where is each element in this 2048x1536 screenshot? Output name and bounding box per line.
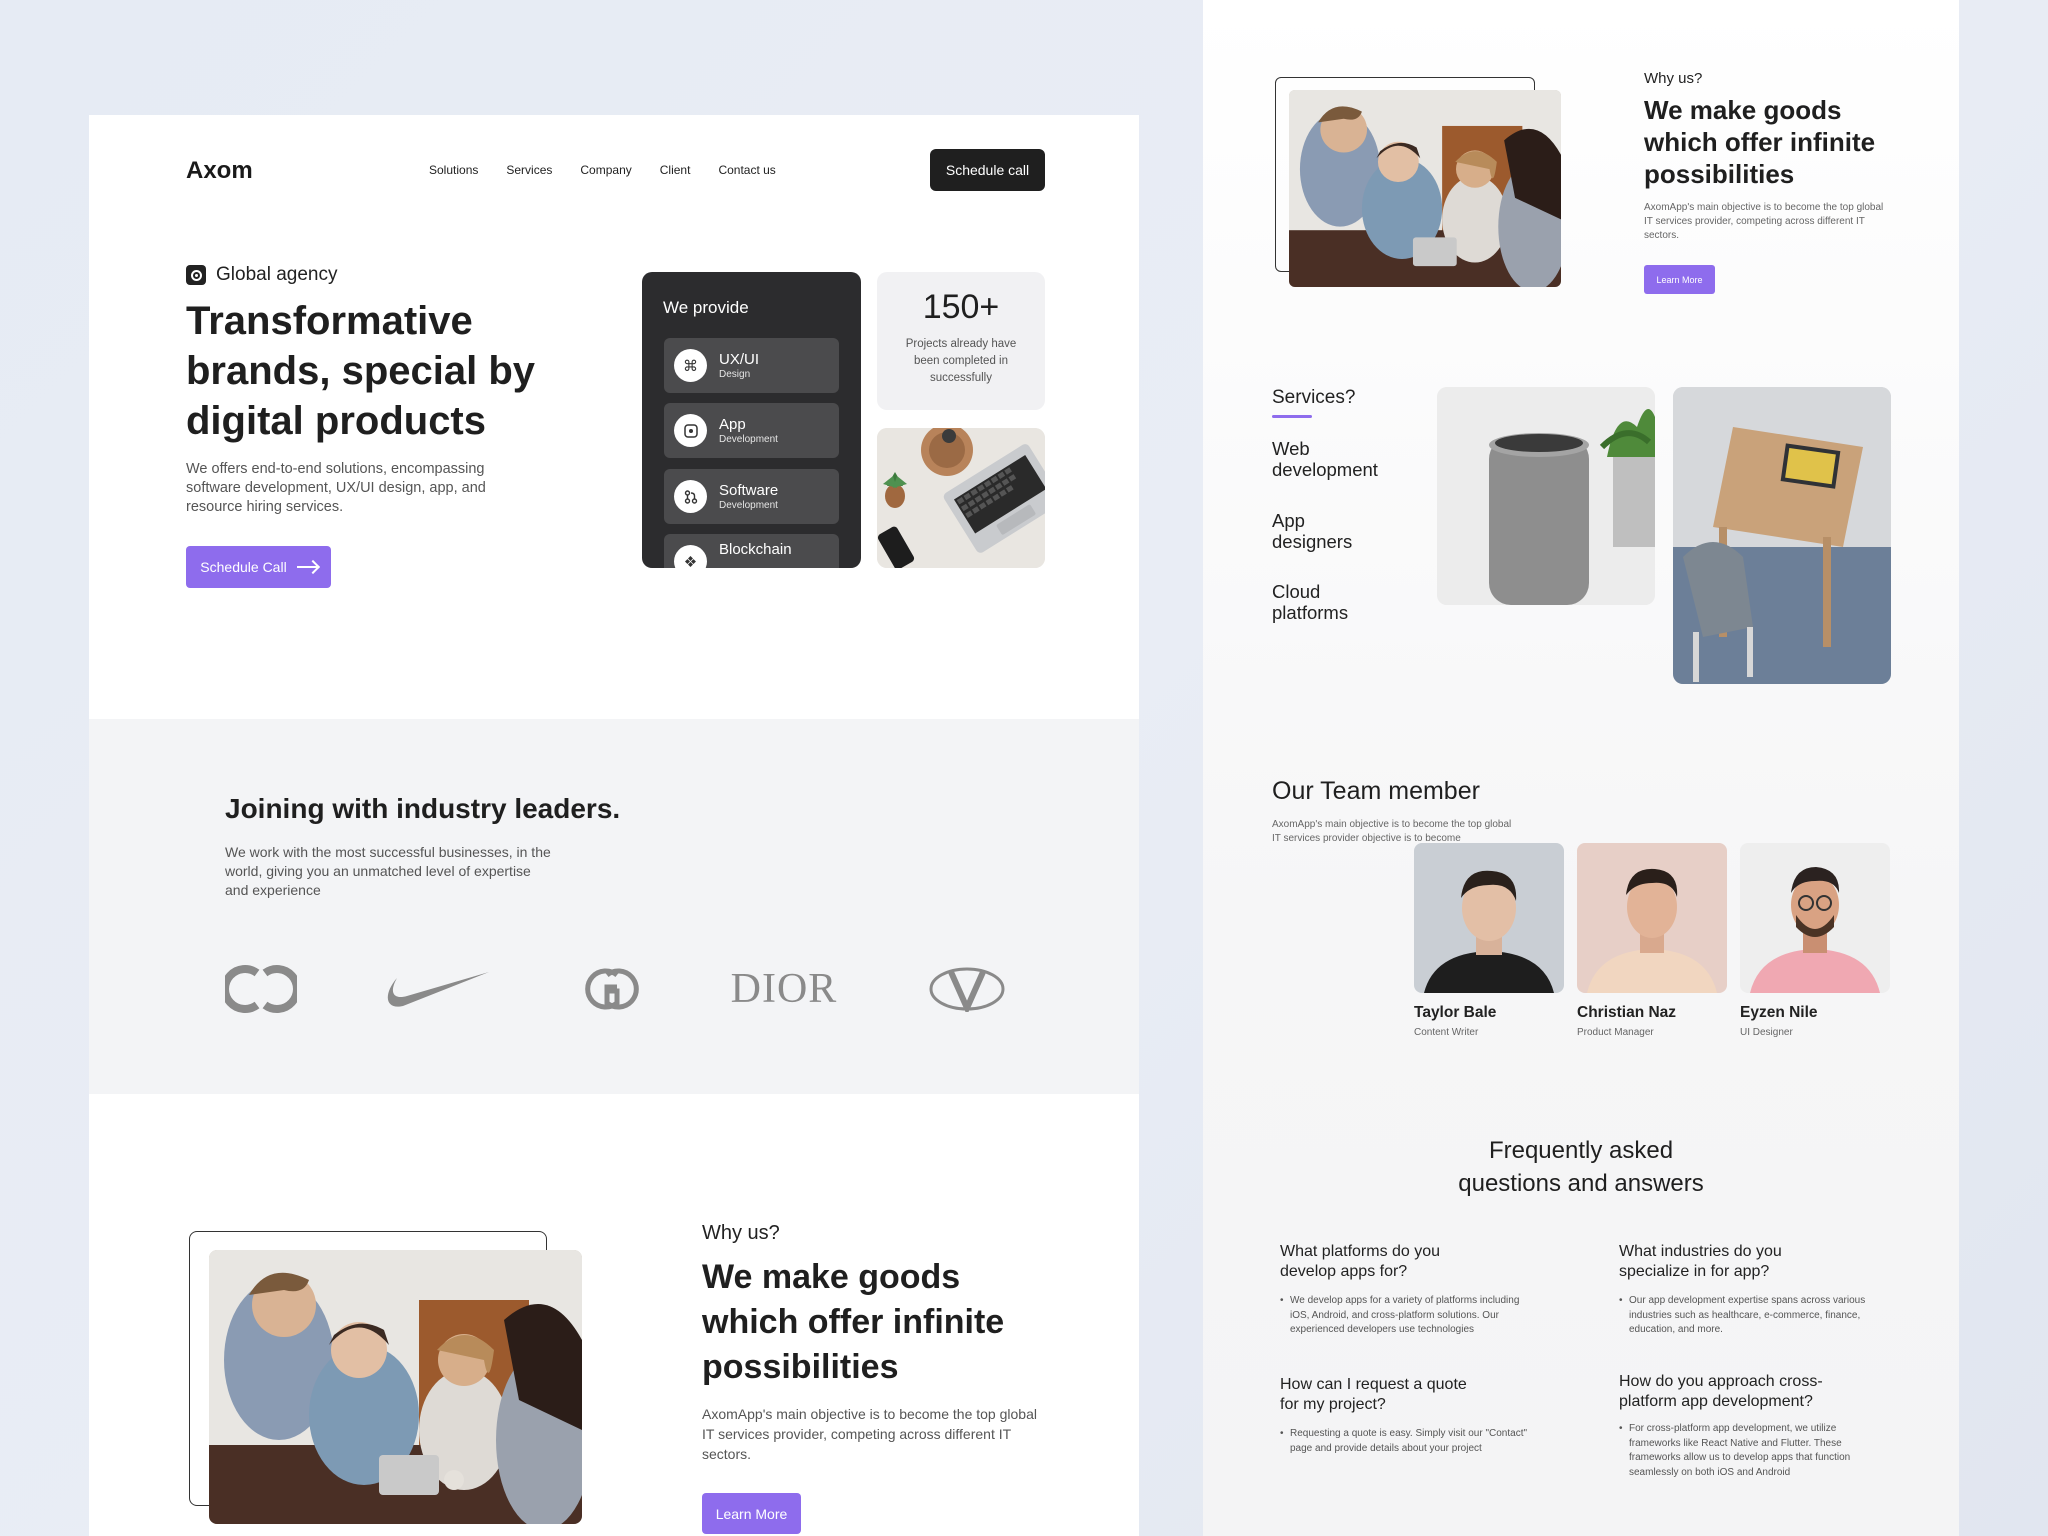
hero-schedule-call-button[interactable]: Schedule Call <box>186 546 331 588</box>
nav-contact[interactable]: Contact us <box>718 163 775 177</box>
faq-item[interactable]: How can I request a quote for my project… <box>1280 1375 1550 1456</box>
leaders-title: Joining with industry leaders. <box>225 793 621 824</box>
team-title: Our Team member <box>1272 777 1480 805</box>
industry-leaders-section: Joining with industry leaders. We work w… <box>89 719 1139 1094</box>
smart-speaker-image <box>1437 387 1655 605</box>
faq-item[interactable]: How do you approach cross-platform app d… <box>1619 1372 1889 1480</box>
hero-button-label: Schedule Call <box>200 559 287 575</box>
target-icon <box>186 265 206 285</box>
member-name: Eyzen Nile <box>1740 1004 1818 1021</box>
service-item-blockchain[interactable]: ❖ Blockchain <box>664 534 839 568</box>
arrow-right-icon <box>296 566 317 568</box>
service-item-app[interactable]: App Development <box>664 403 839 458</box>
app-icon <box>674 414 707 447</box>
service-link-cloud[interactable]: Cloud platforms <box>1272 581 1382 623</box>
member-role: Content Writer <box>1414 1027 1479 1038</box>
service-title: Software <box>719 482 779 499</box>
command-icon: ⌘ <box>674 349 707 382</box>
service-item-software[interactable]: Software Development <box>664 469 839 524</box>
faq-item[interactable]: What platforms do you develop apps for? … <box>1280 1242 1550 1338</box>
projects-count: 150+ <box>922 288 1000 326</box>
why-us-label: Why us? <box>702 1222 780 1244</box>
learn-more-button[interactable]: Learn More <box>702 1493 801 1534</box>
member-role: Product Manager <box>1577 1027 1654 1038</box>
faq-title-text: Frequently asked questions and answers <box>1458 1137 1704 1197</box>
nav-solutions[interactable]: Solutions <box>429 163 478 177</box>
service-link-app[interactable]: App designers <box>1272 510 1382 552</box>
service-title: Blockchain <box>719 541 792 558</box>
member-role: UI Designer <box>1740 1027 1793 1038</box>
service-sub: Development <box>719 500 778 511</box>
member-name: Taylor Bale <box>1414 1004 1497 1021</box>
why-us-description: AxomApp's main objective is to become th… <box>1644 202 1884 241</box>
nav-services[interactable]: Services <box>506 163 552 177</box>
projects-label: Projects already have been completed in … <box>905 338 1017 384</box>
agency-tag-label: Global agency <box>216 264 338 285</box>
service-item-uxui[interactable]: ⌘ UX/UI Design <box>664 338 839 393</box>
team-member-card[interactable]: Christian Naz Product Manager <box>1577 843 1727 1038</box>
leaders-description: We work with the most successful busines… <box>225 844 551 898</box>
nike-logo <box>379 959 491 1019</box>
chanel-logo <box>225 959 297 1019</box>
projects-stat-card: 150+ Projects already have been complete… <box>877 272 1045 410</box>
faq-answer: For cross-platform app development, we u… <box>1619 1422 1884 1480</box>
why-us-description: AxomApp's main objective is to become th… <box>702 1406 1037 1462</box>
service-link-web[interactable]: Web development <box>1272 438 1402 480</box>
faq-question: How can I request a quote for my project… <box>1280 1376 1467 1413</box>
why-us-title: We make goods which offer infinite possi… <box>1644 95 1876 189</box>
valentino-logo <box>929 959 1005 1019</box>
laptop-desk-image <box>877 428 1045 568</box>
dior-logo: DIOR <box>730 966 838 1012</box>
faq-question: How do you approach cross-platform app d… <box>1619 1373 1823 1410</box>
faq-question: What platforms do you develop apps for? <box>1280 1243 1441 1280</box>
learn-more-button[interactable]: Learn More <box>1644 265 1715 294</box>
blockchain-icon: ❖ <box>674 545 707 568</box>
avatar <box>1414 843 1564 993</box>
hero-description: We offers end-to-end solutions, encompas… <box>186 461 486 515</box>
service-title: App <box>719 416 746 433</box>
desk-chair-image <box>1673 387 1891 684</box>
we-provide-card: We provide ⌘ UX/UI Design App Development … <box>642 272 861 568</box>
member-name: Christian Naz <box>1577 1004 1677 1021</box>
service-sub: Development <box>719 434 778 445</box>
services-label: Services? <box>1272 387 1356 408</box>
avatar <box>1577 843 1727 993</box>
service-title: UX/UI <box>719 351 760 368</box>
faq-answer: Our app development expertise spans acro… <box>1619 1294 1894 1338</box>
brand-logo-text[interactable]: Axom <box>186 157 253 185</box>
git-icon <box>674 480 707 513</box>
hero-title: Transformative brands, special by digita… <box>186 299 536 443</box>
nav-client[interactable]: Client <box>660 163 691 177</box>
main-nav: Solutions Services Company Client Contac… <box>429 163 776 177</box>
nav-company[interactable]: Company <box>580 163 631 177</box>
why-us-label: Why us? <box>1644 70 1703 87</box>
team-meeting-photo-small <box>1289 90 1561 287</box>
team-meeting-photo <box>209 1250 582 1524</box>
faq-answer: Requesting a quote is easy. Simply visit… <box>1280 1427 1530 1456</box>
agency-tag: Global agency <box>186 264 337 286</box>
faq-title: Frequently asked questions and answers <box>1203 1134 1959 1200</box>
avatar <box>1740 843 1890 993</box>
team-member-card[interactable]: Eyzen Nile UI Designer <box>1740 843 1890 1038</box>
landing-page-left: Axom Solutions Services Company Client C… <box>89 115 1139 1536</box>
faq-item[interactable]: What industries do you specialize in for… <box>1619 1242 1889 1338</box>
faq-question: What industries do you specialize in for… <box>1619 1243 1782 1280</box>
team-member-card[interactable]: Taylor Bale Content Writer <box>1414 843 1564 1038</box>
faq-answer: We develop apps for a variety of platfor… <box>1280 1294 1530 1338</box>
we-provide-title: We provide <box>663 298 749 317</box>
why-us-title: We make goods which offer infinite possi… <box>702 1258 1005 1386</box>
schedule-call-button[interactable]: Schedule call <box>930 149 1045 191</box>
service-sub: Design <box>719 369 751 380</box>
gucci-logo <box>577 959 647 1019</box>
services-underline <box>1272 415 1312 418</box>
landing-page-right: Why us? We make goods which offer infini… <box>1203 0 1959 1536</box>
team-description: AxomApp's main objective is to become th… <box>1272 819 1512 844</box>
